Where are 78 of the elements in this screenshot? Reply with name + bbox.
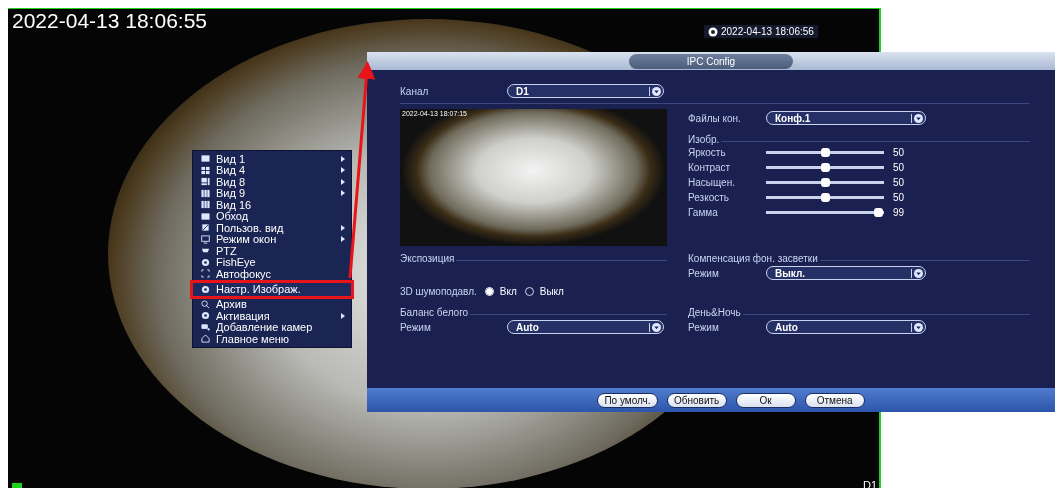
- menu-item[interactable]: FishEye: [193, 256, 351, 268]
- menu-item[interactable]: Обход: [193, 210, 351, 222]
- config-dropdown[interactable]: Конф.1: [766, 111, 926, 125]
- menu-item[interactable]: Пользов. вид: [193, 222, 351, 234]
- menu-icon: [201, 165, 210, 175]
- section-title: День&Ночь: [688, 307, 741, 318]
- balance-mode-dropdown[interactable]: Auto: [507, 320, 664, 334]
- menu-item[interactable]: Активация: [193, 310, 351, 322]
- section-title: Изобр.: [688, 134, 720, 145]
- field-label: 3D шумоподавл.: [400, 285, 477, 297]
- home-icon: [201, 334, 210, 344]
- menu-item[interactable]: PTZ: [193, 245, 351, 257]
- field-label: Режим: [688, 321, 720, 333]
- field-label: Режим: [688, 267, 720, 279]
- slider-value: 50: [893, 162, 905, 173]
- search-icon: [201, 299, 210, 309]
- menu-icon: [201, 322, 210, 332]
- slider-value: 50: [893, 177, 905, 188]
- slider-label: Контраст: [688, 162, 732, 173]
- caret-icon: [911, 113, 923, 123]
- caret-icon: [911, 322, 923, 332]
- slider-thumb[interactable]: [820, 178, 830, 187]
- clock-text: 2022-04-13 18:06:56: [721, 26, 814, 37]
- menu-icon: [201, 200, 210, 210]
- radio-option[interactable]: Вкл: [484, 285, 517, 297]
- slider-label: Насыщен.: [688, 177, 736, 188]
- menu-item[interactable]: Настр. Изображ.: [190, 279, 354, 299]
- section-title: Баланс белого: [400, 307, 469, 318]
- menu-item[interactable]: Вид 1: [193, 153, 351, 165]
- slider-label: Резкость: [688, 192, 730, 203]
- slider-value: 99: [893, 207, 905, 218]
- menu-icon: [201, 211, 210, 221]
- radio-dot[interactable]: [524, 286, 534, 296]
- menu-icon: [201, 188, 210, 198]
- menu-item[interactable]: Вид 16: [193, 199, 351, 211]
- slider-thumb[interactable]: [873, 208, 883, 217]
- slider-value: 50: [893, 147, 905, 158]
- menu-item[interactable]: Вид 9: [193, 187, 351, 199]
- menu-item[interactable]: Архив: [193, 298, 351, 310]
- menu-icon: [201, 269, 210, 279]
- dialog-button[interactable]: Обновить: [666, 392, 727, 408]
- camera-icon: [708, 26, 718, 37]
- dialog-button[interactable]: Ок: [735, 392, 796, 408]
- menu-item[interactable]: Автофокус: [193, 268, 351, 280]
- backlight-dropdown[interactable]: Выкл.: [766, 266, 926, 280]
- channel-dropdown[interactable]: D1: [507, 84, 664, 98]
- field-label: Режим: [400, 321, 432, 333]
- field-label: Файлы кон.: [688, 112, 742, 124]
- slider-label: Яркость: [688, 147, 727, 158]
- field-label: Канал: [400, 85, 430, 97]
- menu-icon: [201, 311, 210, 321]
- menu-icon: [201, 154, 210, 164]
- menu-item[interactable]: Добавление камер: [193, 321, 351, 333]
- slider-track[interactable]: [766, 208, 884, 217]
- section-title: Компенсация фон. засветки: [688, 253, 818, 264]
- caret-icon: [649, 86, 661, 96]
- section-title: Экспозиция: [400, 253, 455, 264]
- dialog-title: IPC Config: [628, 53, 794, 69]
- dialog-button[interactable]: По умолч.: [597, 392, 658, 408]
- menu-icon: [201, 234, 210, 244]
- menu-item[interactable]: Вид 8: [193, 176, 351, 188]
- menu-item[interactable]: Вид 4: [193, 164, 351, 176]
- slider-thumb[interactable]: [820, 163, 830, 172]
- menu-icon: [201, 177, 210, 187]
- radio-option[interactable]: Выкл: [524, 285, 564, 297]
- menu-item[interactable]: Режим окон: [193, 233, 351, 245]
- dialog-button[interactable]: Отмена: [804, 392, 865, 408]
- day-night-dropdown[interactable]: Auto: [766, 320, 926, 334]
- menu-item[interactable]: Главное меню: [193, 333, 351, 345]
- camera-timestamp: 2022-04-13 18:06:55: [12, 9, 207, 33]
- slider-label: Гамма: [688, 207, 719, 218]
- slider-value: 50: [893, 192, 905, 203]
- slider-thumb[interactable]: [820, 193, 830, 202]
- slider-thumb[interactable]: [820, 148, 830, 157]
- caret-icon: [911, 268, 923, 278]
- menu-icon: [201, 223, 210, 233]
- menu-icon: [201, 284, 210, 294]
- caret-icon: [649, 322, 661, 332]
